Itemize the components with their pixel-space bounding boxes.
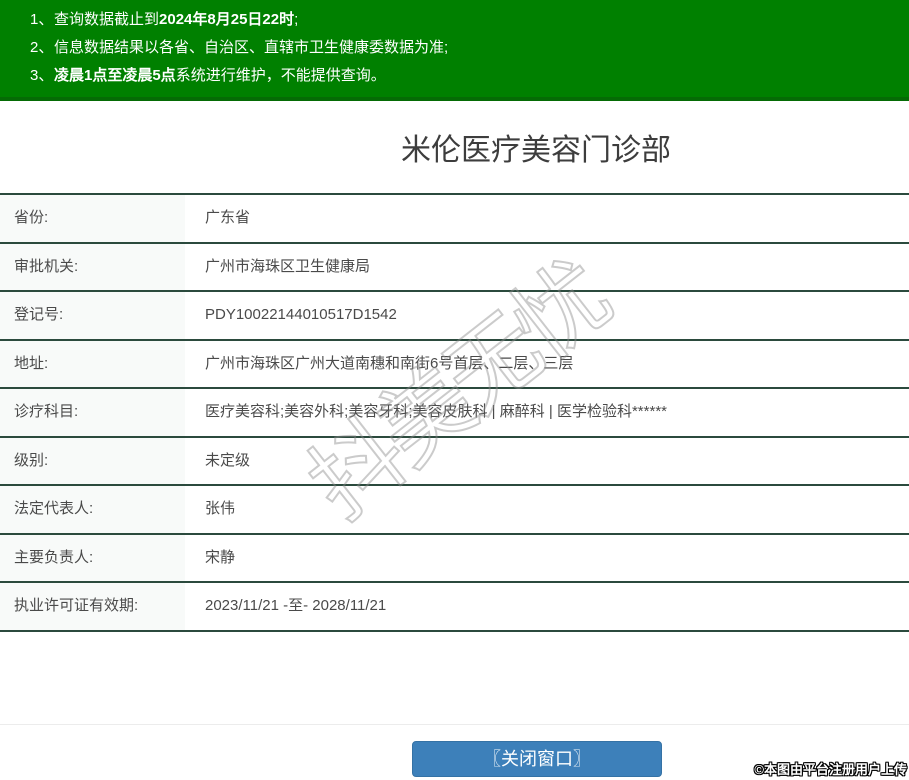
table-row-address: 地址: 广州市海珠区广州大道南穗和南街6号首层、二层、三层 [0,338,909,387]
table-row-level: 级别: 未定级 [0,435,909,484]
table-row-registration-number: 登记号: PDY10022144010517D1542 [0,290,909,339]
notice-text: 信息数据结果以各省、自治区、直辖市卫生健康委数据为准; [54,39,449,56]
close-window-button[interactable]: 〖关闭窗口〗 [412,741,662,777]
row-value: 张伟 [185,486,909,533]
notice-text-bold: 2024年8月25日22时 [159,11,295,28]
row-value: 广州市海珠区广州大道南穗和南街6号首层、二层、三层 [185,340,909,387]
table-row-departments: 诊疗科目: 医疗美容科;美容外科;美容牙科;美容皮肤科 | 麻醉科 | 医学检验… [0,387,909,436]
notice-number: 1、 [30,11,54,28]
notice-line: 1、查询数据截止到2024年8月25日22时; [30,6,889,34]
row-value: 医疗美容科;美容外科;美容牙科;美容皮肤科 | 麻醉科 | 医学检验科*****… [185,389,909,436]
clinic-details-table: 省份: 广东省 审批机关: 广州市海珠区卫生健康局 登记号: PDY100221… [0,193,909,632]
row-label: 主要负责人: [0,534,185,581]
row-value: PDY10022144010517D1542 [185,292,909,339]
notice-text: 查询数据截止到 [54,11,160,28]
row-label: 法定代表人: [0,486,185,533]
row-label: 省份: [0,195,185,242]
row-label: 地址: [0,340,185,387]
notice-number: 3、 [30,67,54,84]
row-label: 级别: [0,437,185,484]
notice-text: ; [294,11,299,28]
clinic-name-title: 米伦医疗美容门诊部 [401,134,671,167]
notice-number: 2、 [30,39,54,56]
row-label: 登记号: [0,292,185,339]
notice-text-bold: 凌晨1点至凌晨5点 [54,67,176,84]
table-row-legal-representative: 法定代表人: 张伟 [0,484,909,533]
footer-divider [0,724,909,725]
title-container: 米伦医疗美容门诊部 [163,133,909,169]
table-row-province: 省份: 广东省 [0,193,909,242]
table-row-license-validity: 执业许可证有效期: 2023/11/21 -至- 2028/11/21 [0,581,909,630]
table-row-approval-authority: 审批机关: 广州市海珠区卫生健康局 [0,241,909,290]
upload-copyright-note: ©本图由平台注册用户上传 [754,762,907,777]
notice-banner: 1、查询数据截止到2024年8月25日22时; 2、信息数据结果以各省、自治区、… [0,0,909,101]
row-label: 执业许可证有效期: [0,583,185,630]
notice-text: 系统进行维护，不能提供查询。 [175,67,386,84]
row-value: 广东省 [185,195,909,242]
row-label: 诊疗科目: [0,389,185,436]
row-value: 未定级 [185,437,909,484]
notice-line: 2、信息数据结果以各省、自治区、直辖市卫生健康委数据为准; [30,34,889,62]
row-value: 广州市海珠区卫生健康局 [185,243,909,290]
table-row-principal: 主要负责人: 宋静 [0,532,909,581]
row-label: 审批机关: [0,243,185,290]
notice-line: 3、凌晨1点至凌晨5点系统进行维护，不能提供查询。 [30,62,889,90]
row-value: 2023/11/21 -至- 2028/11/21 [185,583,909,630]
row-value: 宋静 [185,534,909,581]
